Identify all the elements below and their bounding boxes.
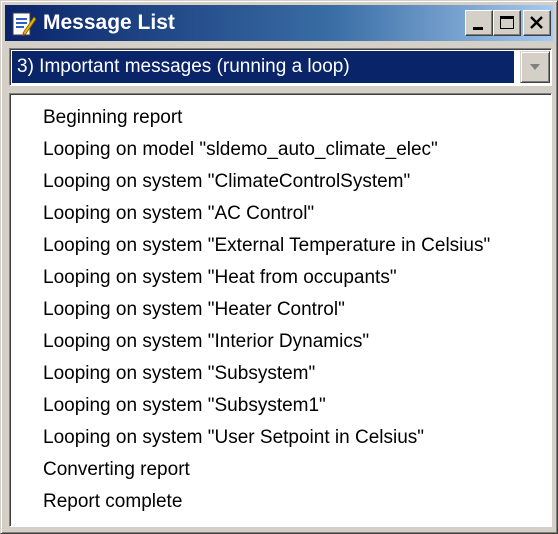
chevron-down-icon: [530, 64, 540, 70]
maximize-button[interactable]: [493, 10, 521, 36]
list-item[interactable]: Looping on system "Heater Control": [43, 294, 551, 326]
minimize-icon: [473, 27, 483, 30]
list-item[interactable]: Looping on system "Subsystem1": [43, 390, 551, 422]
close-icon: [530, 16, 543, 29]
message-level-dropdown[interactable]: 3) Important messages (running a loop): [9, 48, 552, 86]
list-item[interactable]: Beginning report: [43, 102, 551, 134]
list-item[interactable]: Looping on system "Subsystem": [43, 358, 551, 390]
list-item[interactable]: Looping on system "Interior Dynamics": [43, 326, 551, 358]
list-item[interactable]: Looping on system "Heat from occupants": [43, 262, 551, 294]
title-bar[interactable]: Message List: [5, 5, 553, 41]
list-item[interactable]: Looping on system "AC Control": [43, 198, 551, 230]
list-item[interactable]: Looping on system "User Setpoint in Cels…: [43, 422, 551, 454]
message-list-window: Message List 3) Important messages (runn…: [0, 0, 558, 534]
list-item[interactable]: Looping on system "ClimateControlSystem": [43, 166, 551, 198]
message-list-items: Beginning report Looping on model "sldemo…: [10, 94, 551, 518]
report-generator-icon: [10, 11, 37, 37]
message-list[interactable]: Beginning report Looping on model "sldemo…: [9, 93, 552, 527]
list-item[interactable]: Looping on model "sldemo_auto_climate_el…: [43, 134, 551, 166]
maximize-icon: [500, 16, 514, 29]
dropdown-button[interactable]: [520, 51, 550, 83]
close-button[interactable]: [523, 10, 551, 36]
list-item[interactable]: Converting report: [43, 454, 551, 486]
message-level-selected[interactable]: 3) Important messages (running a loop): [12, 51, 514, 83]
window-title: Message List: [43, 11, 175, 34]
minimize-button[interactable]: [465, 10, 493, 36]
list-item[interactable]: Report complete: [43, 486, 551, 518]
list-item[interactable]: Looping on system "External Temperature …: [43, 230, 551, 262]
